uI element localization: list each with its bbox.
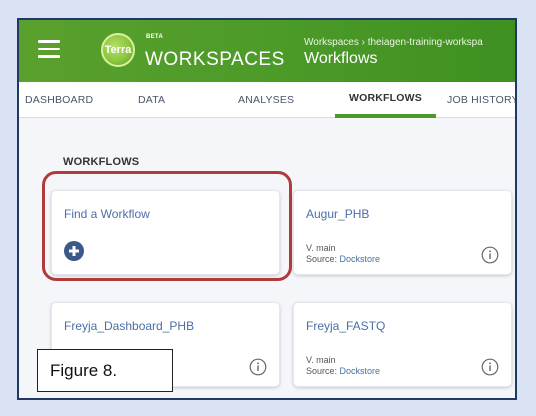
source-link[interactable]: Dockstore bbox=[340, 366, 381, 376]
hamburger-icon[interactable] bbox=[38, 40, 60, 58]
workflow-title[interactable]: Augur_PHB bbox=[306, 207, 369, 221]
workflow-title[interactable]: Freyja_FASTQ bbox=[306, 319, 385, 333]
terra-logo[interactable]: Terra bbox=[101, 33, 135, 67]
source-link[interactable]: Dockstore bbox=[340, 254, 381, 264]
beta-badge: BETA bbox=[146, 34, 164, 40]
info-icon[interactable] bbox=[481, 246, 499, 264]
breadcrumb[interactable]: Workspaces › theiagen-training-workspa bbox=[304, 37, 483, 48]
tab-workflows[interactable]: WORKFLOWS bbox=[335, 82, 436, 118]
source-label: Source: bbox=[306, 254, 338, 264]
tab-data[interactable]: DATA bbox=[138, 82, 165, 118]
workflow-card-augur[interactable]: Augur_PHB V. main Source: Dockstore bbox=[293, 190, 512, 275]
info-icon[interactable] bbox=[249, 358, 267, 376]
highlight-annotation bbox=[42, 171, 292, 281]
workflow-meta: V. main Source: Dockstore bbox=[306, 243, 380, 265]
workflow-version: V. main bbox=[306, 243, 336, 253]
workflow-card-freyja-fastq[interactable]: Freyja_FASTQ V. main Source: Dockstore bbox=[293, 302, 512, 387]
workflow-version: V. main bbox=[306, 355, 336, 365]
figure-label: Figure 8. bbox=[37, 349, 173, 392]
section-title: WORKFLOWS bbox=[63, 156, 140, 168]
app-name[interactable]: WORKSPACES bbox=[145, 49, 285, 71]
info-icon[interactable] bbox=[481, 358, 499, 376]
tab-bar: DASHBOARD DATA ANALYSES WORKFLOWS JOB HI… bbox=[19, 82, 515, 118]
workflow-meta: V. main Source: Dockstore bbox=[306, 355, 380, 377]
screenshot-frame: Terra BETA WORKSPACES Workspaces › theia… bbox=[17, 18, 517, 400]
logo-text: Terra bbox=[104, 44, 132, 56]
tab-job-history[interactable]: JOB HISTORY bbox=[447, 82, 515, 118]
page-title: Workflows bbox=[304, 50, 378, 67]
source-label: Source: bbox=[306, 366, 338, 376]
top-bar: Terra BETA WORKSPACES Workspaces › theia… bbox=[19, 20, 515, 82]
tab-analyses[interactable]: ANALYSES bbox=[238, 82, 294, 118]
workflow-title[interactable]: Freyja_Dashboard_PHB bbox=[64, 319, 194, 333]
tab-dashboard[interactable]: DASHBOARD bbox=[25, 82, 93, 118]
